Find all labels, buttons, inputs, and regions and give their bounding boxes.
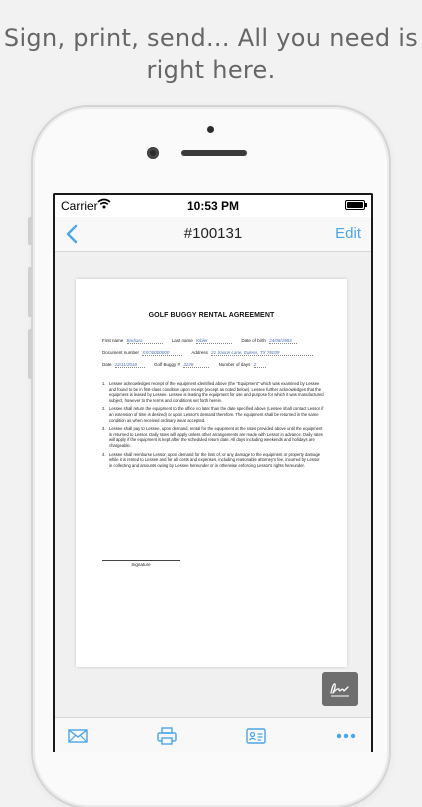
signature-line — [102, 560, 180, 561]
clause-item: 3. Lessee shall pay to Lessee, upon dema… — [102, 426, 324, 448]
signature-label: Signature — [131, 562, 151, 567]
field-row-rental: Date 22/11/2018 Golf Buggy # 3226 Number… — [102, 362, 274, 368]
buggy-label: Golf Buggy # — [154, 362, 181, 367]
field-row-name: First name Barbara Last name Kibler Date… — [102, 338, 305, 344]
clause-text: Lessee acknowledges receipt of the equip… — [109, 381, 324, 403]
document-title: GOLF BUGGY RENTAL AGREEMENT — [148, 312, 275, 319]
first-name-value: Barbara — [126, 338, 163, 344]
bottom-toolbar — [55, 717, 371, 752]
more-icon — [336, 733, 356, 739]
document-viewer[interactable]: GOLF BUGGY RENTAL AGREEMENT First name B… — [55, 252, 371, 718]
printer-icon — [157, 727, 177, 745]
phone-sensor — [207, 126, 214, 133]
tagline-line-2: right here. — [146, 56, 276, 84]
clause-item: 2. Lessee shall return the equipment to … — [102, 406, 324, 423]
sign-button[interactable] — [322, 672, 358, 706]
clause-number: 2. — [102, 406, 106, 412]
document-id-title: #100131 — [183, 225, 243, 242]
print-button[interactable] — [156, 726, 178, 746]
days-label: Number of days — [218, 362, 251, 367]
phone-volume-up — [28, 267, 32, 317]
contact-card-icon — [246, 728, 266, 744]
send-email-button[interactable] — [67, 726, 89, 746]
last-name-label: Last name — [171, 338, 193, 343]
tagline: Sign, print, send... All you need is rig… — [0, 22, 422, 86]
battery-icon — [345, 200, 367, 210]
doc-number-label: Document number — [102, 350, 140, 355]
tagline-line-1: Sign, print, send... All you need is — [3, 24, 419, 52]
phone-screen: Carrier 10:53 PM #100131 Edit GOLF BUGGY… — [53, 193, 373, 752]
field-row-document: Document number XXO0000000 Address 21 Sa… — [102, 350, 321, 356]
phone-volume-down — [28, 329, 32, 379]
doc-number-value: XXO0000000 — [142, 350, 183, 356]
navigation-bar: #100131 Edit — [55, 217, 371, 252]
days-value: 2 — [253, 362, 266, 368]
document-page: GOLF BUGGY RENTAL AGREEMENT First name B… — [76, 279, 347, 667]
envelope-icon — [68, 729, 88, 743]
agreement-clauses: 1. Lessee acknowledges receipt of the eq… — [102, 381, 324, 471]
phone-camera — [147, 147, 159, 159]
buggy-value: 3226 — [183, 362, 210, 368]
dob-value: 24/08/1983 — [269, 338, 298, 344]
address-label: Address — [191, 350, 208, 355]
status-bar: Carrier 10:53 PM — [55, 195, 371, 217]
last-name-value: Kibler — [196, 338, 233, 344]
dob-label: Date of birth — [241, 338, 266, 343]
first-name-label: First name — [102, 338, 124, 343]
phone-mute-switch — [28, 217, 32, 245]
date-label: Date — [102, 362, 112, 367]
clause-text: Lessee shall pay to Lessee, upon demand,… — [109, 426, 323, 448]
phone-speaker — [181, 150, 247, 156]
clause-number: 3. — [102, 426, 106, 432]
date-value: 22/11/2018 — [114, 362, 145, 368]
clause-number: 1. — [102, 381, 106, 386]
clause-item: 1. Lessee acknowledges receipt of the eq… — [102, 381, 324, 403]
clause-text: Lessee shall reimburse Lessor, upon dema… — [109, 451, 321, 468]
status-time: 10:53 PM — [186, 199, 240, 213]
signature-icon — [330, 683, 349, 697]
edit-button[interactable]: Edit — [335, 225, 361, 242]
clause-item: 4. Lessee shall reimburse Lessor, upon d… — [102, 452, 324, 469]
clause-number: 4. — [102, 451, 106, 457]
contact-button[interactable] — [245, 726, 267, 746]
address-value: 21 Saxon Lane, Euless, TX 76039 — [211, 350, 314, 356]
more-button[interactable] — [335, 726, 357, 746]
clause-text: Lessee shall return the equipment to the… — [109, 406, 324, 423]
